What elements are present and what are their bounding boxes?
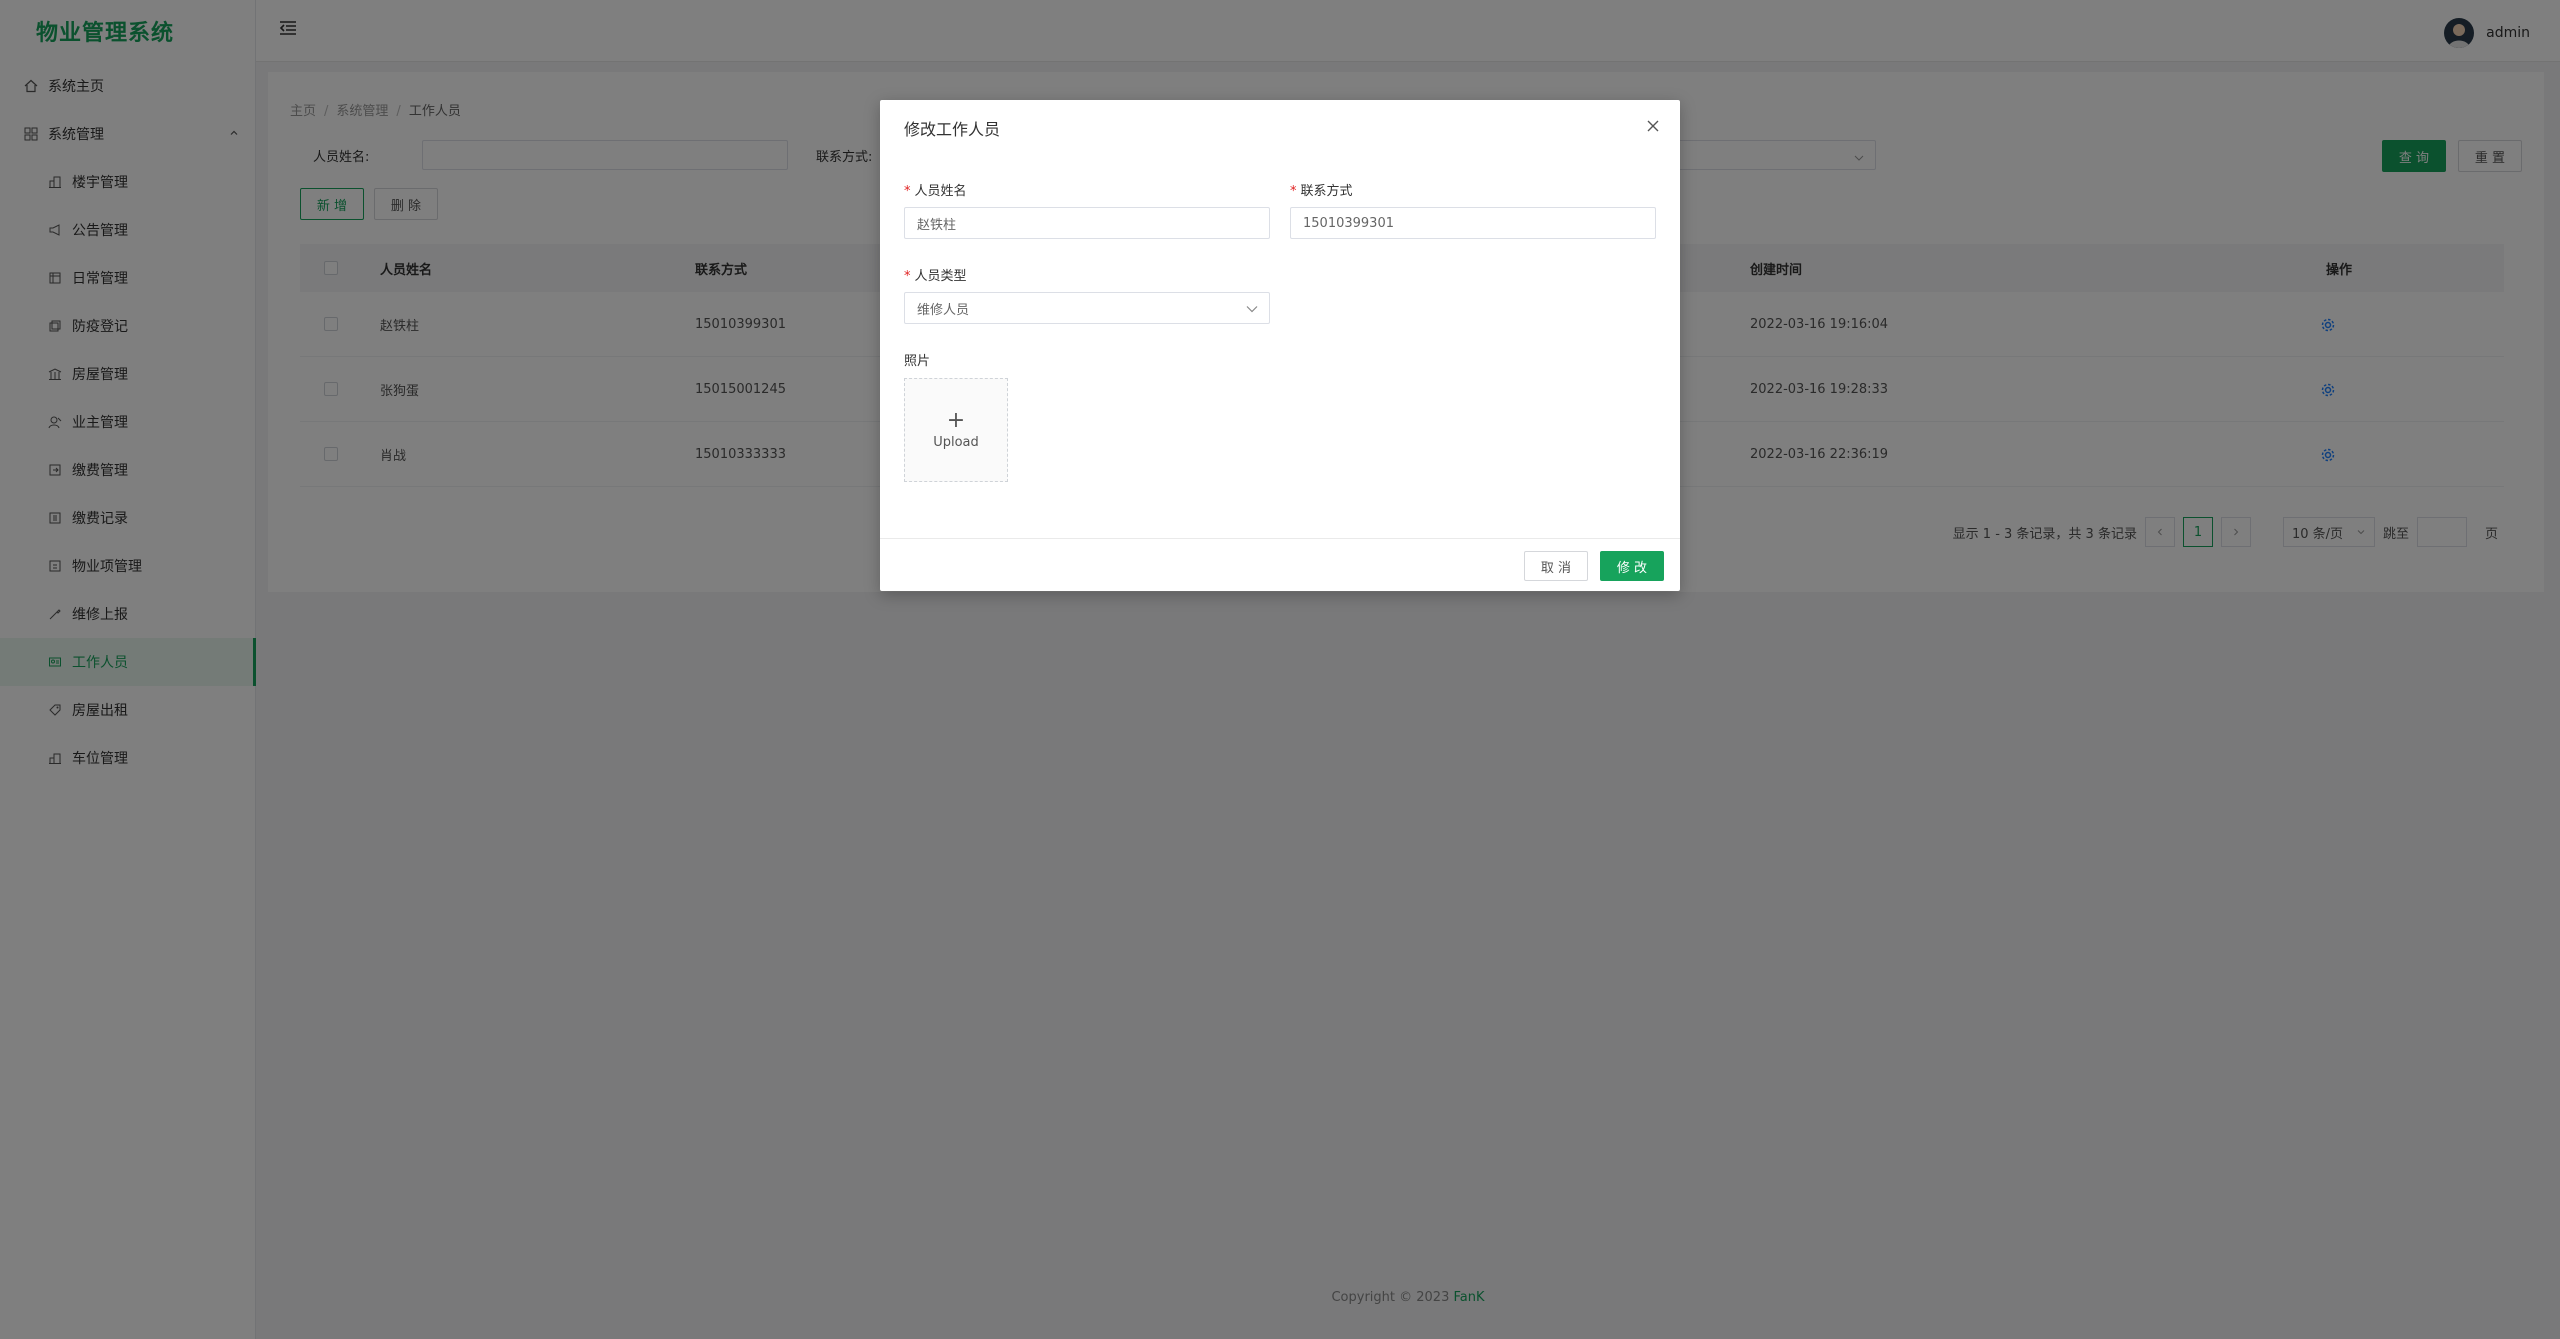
edit-staff-modal: 修改工作人员 * 人员姓名 赵铁柱 * 联系方式 15010399301 * 人员类型… [880, 100, 1680, 591]
photo-upload[interactable]: + Upload [904, 378, 1008, 482]
cancel-button[interactable]: 取 消 [1524, 551, 1588, 581]
upload-label: Upload [933, 434, 979, 450]
submit-button[interactable]: 修 改 [1600, 551, 1664, 581]
plus-icon: + [946, 407, 966, 433]
name-field[interactable]: 赵铁柱 [904, 207, 1270, 239]
modal-title: 修改工作人员 [904, 120, 1001, 139]
phone-field-label: * 联系方式 [1290, 184, 1353, 199]
phone-field[interactable]: 15010399301 [1290, 207, 1656, 239]
chevron-down-icon [1245, 302, 1259, 320]
modal-footer: 取 消 修 改 [880, 538, 1680, 591]
staff-type-value: 维修人员 [917, 302, 970, 318]
type-field-label: * 人员类型 [904, 269, 967, 284]
name-field-label: * 人员姓名 [904, 184, 967, 199]
close-icon[interactable] [1646, 118, 1660, 137]
staff-type-select[interactable]: 维修人员 [904, 292, 1270, 324]
photo-field-label: 照片 [904, 354, 931, 369]
